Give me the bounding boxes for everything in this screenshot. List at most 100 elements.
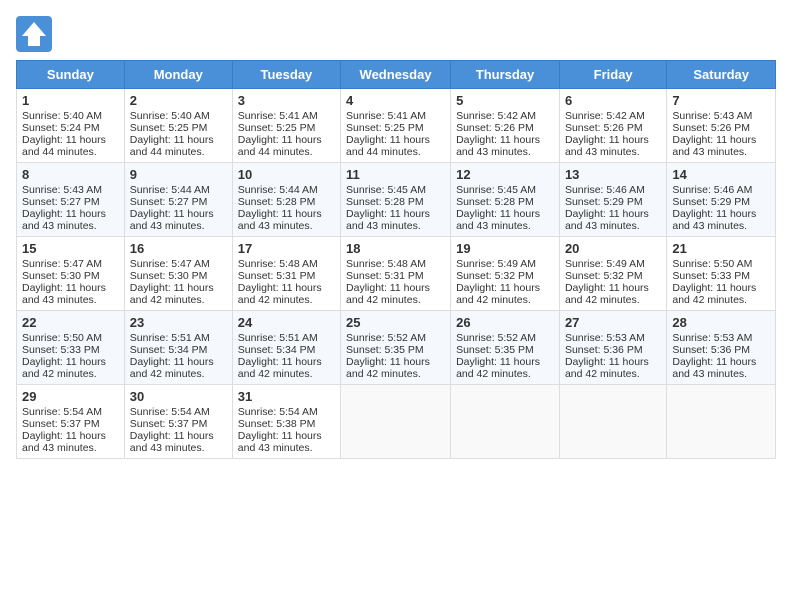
sunrise-text: Sunrise: 5:53 AMSunset: 5:36 PMDaylight:…: [672, 332, 756, 380]
day-number: 10: [238, 167, 335, 182]
calendar-day-cell: 6 Sunrise: 5:42 AMSunset: 5:26 PMDayligh…: [559, 89, 666, 163]
calendar-day-cell: [559, 385, 666, 459]
day-number: 7: [672, 93, 770, 108]
day-number: 22: [22, 315, 119, 330]
calendar-day-cell: 8 Sunrise: 5:43 AMSunset: 5:27 PMDayligh…: [17, 163, 125, 237]
day-number: 8: [22, 167, 119, 182]
day-number: 6: [565, 93, 661, 108]
calendar-day-cell: 30 Sunrise: 5:54 AMSunset: 5:37 PMDaylig…: [124, 385, 232, 459]
calendar-day-cell: 11 Sunrise: 5:45 AMSunset: 5:28 PMDaylig…: [341, 163, 451, 237]
calendar-day-cell: 20 Sunrise: 5:49 AMSunset: 5:32 PMDaylig…: [559, 237, 666, 311]
sunrise-text: Sunrise: 5:53 AMSunset: 5:36 PMDaylight:…: [565, 332, 649, 380]
day-number: 31: [238, 389, 335, 404]
sunrise-text: Sunrise: 5:47 AMSunset: 5:30 PMDaylight:…: [22, 258, 106, 306]
calendar-day-cell: 10 Sunrise: 5:44 AMSunset: 5:28 PMDaylig…: [232, 163, 340, 237]
calendar-day-cell: 7 Sunrise: 5:43 AMSunset: 5:26 PMDayligh…: [667, 89, 776, 163]
day-number: 1: [22, 93, 119, 108]
day-number: 25: [346, 315, 445, 330]
logo-icon: [16, 16, 52, 52]
day-number: 19: [456, 241, 554, 256]
day-number: 30: [130, 389, 227, 404]
sunrise-text: Sunrise: 5:41 AMSunset: 5:25 PMDaylight:…: [346, 110, 430, 158]
calendar-day-cell: 9 Sunrise: 5:44 AMSunset: 5:27 PMDayligh…: [124, 163, 232, 237]
day-number: 21: [672, 241, 770, 256]
sunrise-text: Sunrise: 5:46 AMSunset: 5:29 PMDaylight:…: [672, 184, 756, 232]
sunrise-text: Sunrise: 5:41 AMSunset: 5:25 PMDaylight:…: [238, 110, 322, 158]
sunrise-text: Sunrise: 5:43 AMSunset: 5:27 PMDaylight:…: [22, 184, 106, 232]
calendar-day-cell: 23 Sunrise: 5:51 AMSunset: 5:34 PMDaylig…: [124, 311, 232, 385]
logo: [16, 16, 58, 52]
calendar-day-cell: 13 Sunrise: 5:46 AMSunset: 5:29 PMDaylig…: [559, 163, 666, 237]
day-number: 12: [456, 167, 554, 182]
day-number: 4: [346, 93, 445, 108]
calendar-day-cell: 21 Sunrise: 5:50 AMSunset: 5:33 PMDaylig…: [667, 237, 776, 311]
sunrise-text: Sunrise: 5:50 AMSunset: 5:33 PMDaylight:…: [672, 258, 756, 306]
calendar-day-cell: 26 Sunrise: 5:52 AMSunset: 5:35 PMDaylig…: [451, 311, 560, 385]
calendar-day-cell: 17 Sunrise: 5:48 AMSunset: 5:31 PMDaylig…: [232, 237, 340, 311]
day-number: 2: [130, 93, 227, 108]
day-number: 23: [130, 315, 227, 330]
calendar-day-cell: [451, 385, 560, 459]
day-number: 14: [672, 167, 770, 182]
weekday-header: Thursday: [451, 61, 560, 89]
sunrise-text: Sunrise: 5:40 AMSunset: 5:25 PMDaylight:…: [130, 110, 214, 158]
weekday-header: Monday: [124, 61, 232, 89]
sunrise-text: Sunrise: 5:49 AMSunset: 5:32 PMDaylight:…: [456, 258, 540, 306]
calendar-day-cell: 4 Sunrise: 5:41 AMSunset: 5:25 PMDayligh…: [341, 89, 451, 163]
day-number: 26: [456, 315, 554, 330]
day-number: 24: [238, 315, 335, 330]
sunrise-text: Sunrise: 5:47 AMSunset: 5:30 PMDaylight:…: [130, 258, 214, 306]
calendar-day-cell: 18 Sunrise: 5:48 AMSunset: 5:31 PMDaylig…: [341, 237, 451, 311]
sunrise-text: Sunrise: 5:54 AMSunset: 5:38 PMDaylight:…: [238, 406, 322, 454]
sunrise-text: Sunrise: 5:51 AMSunset: 5:34 PMDaylight:…: [130, 332, 214, 380]
day-number: 11: [346, 167, 445, 182]
sunrise-text: Sunrise: 5:52 AMSunset: 5:35 PMDaylight:…: [456, 332, 540, 380]
sunrise-text: Sunrise: 5:49 AMSunset: 5:32 PMDaylight:…: [565, 258, 649, 306]
calendar-week-row: 29 Sunrise: 5:54 AMSunset: 5:37 PMDaylig…: [17, 385, 776, 459]
day-number: 9: [130, 167, 227, 182]
calendar-table: SundayMondayTuesdayWednesdayThursdayFrid…: [16, 60, 776, 459]
calendar-day-cell: 14 Sunrise: 5:46 AMSunset: 5:29 PMDaylig…: [667, 163, 776, 237]
calendar-day-cell: 24 Sunrise: 5:51 AMSunset: 5:34 PMDaylig…: [232, 311, 340, 385]
day-number: 3: [238, 93, 335, 108]
day-number: 18: [346, 241, 445, 256]
day-number: 16: [130, 241, 227, 256]
sunrise-text: Sunrise: 5:45 AMSunset: 5:28 PMDaylight:…: [346, 184, 430, 232]
calendar-day-cell: 12 Sunrise: 5:45 AMSunset: 5:28 PMDaylig…: [451, 163, 560, 237]
weekday-header: Tuesday: [232, 61, 340, 89]
sunrise-text: Sunrise: 5:52 AMSunset: 5:35 PMDaylight:…: [346, 332, 430, 380]
weekday-header: Sunday: [17, 61, 125, 89]
sunrise-text: Sunrise: 5:48 AMSunset: 5:31 PMDaylight:…: [346, 258, 430, 306]
day-number: 13: [565, 167, 661, 182]
sunrise-text: Sunrise: 5:54 AMSunset: 5:37 PMDaylight:…: [130, 406, 214, 454]
page-header: [16, 16, 776, 52]
sunrise-text: Sunrise: 5:51 AMSunset: 5:34 PMDaylight:…: [238, 332, 322, 380]
day-number: 27: [565, 315, 661, 330]
sunrise-text: Sunrise: 5:45 AMSunset: 5:28 PMDaylight:…: [456, 184, 540, 232]
calendar-day-cell: 2 Sunrise: 5:40 AMSunset: 5:25 PMDayligh…: [124, 89, 232, 163]
calendar-day-cell: 28 Sunrise: 5:53 AMSunset: 5:36 PMDaylig…: [667, 311, 776, 385]
calendar-header-row: SundayMondayTuesdayWednesdayThursdayFrid…: [17, 61, 776, 89]
sunrise-text: Sunrise: 5:54 AMSunset: 5:37 PMDaylight:…: [22, 406, 106, 454]
day-number: 29: [22, 389, 119, 404]
calendar-week-row: 1 Sunrise: 5:40 AMSunset: 5:24 PMDayligh…: [17, 89, 776, 163]
calendar-day-cell: 19 Sunrise: 5:49 AMSunset: 5:32 PMDaylig…: [451, 237, 560, 311]
calendar-day-cell: 16 Sunrise: 5:47 AMSunset: 5:30 PMDaylig…: [124, 237, 232, 311]
day-number: 17: [238, 241, 335, 256]
calendar-day-cell: 15 Sunrise: 5:47 AMSunset: 5:30 PMDaylig…: [17, 237, 125, 311]
weekday-header: Friday: [559, 61, 666, 89]
sunrise-text: Sunrise: 5:42 AMSunset: 5:26 PMDaylight:…: [456, 110, 540, 158]
weekday-header: Wednesday: [341, 61, 451, 89]
sunrise-text: Sunrise: 5:40 AMSunset: 5:24 PMDaylight:…: [22, 110, 106, 158]
calendar-week-row: 22 Sunrise: 5:50 AMSunset: 5:33 PMDaylig…: [17, 311, 776, 385]
sunrise-text: Sunrise: 5:44 AMSunset: 5:28 PMDaylight:…: [238, 184, 322, 232]
day-number: 28: [672, 315, 770, 330]
calendar-day-cell: 5 Sunrise: 5:42 AMSunset: 5:26 PMDayligh…: [451, 89, 560, 163]
calendar-day-cell: 3 Sunrise: 5:41 AMSunset: 5:25 PMDayligh…: [232, 89, 340, 163]
calendar-day-cell: 29 Sunrise: 5:54 AMSunset: 5:37 PMDaylig…: [17, 385, 125, 459]
sunrise-text: Sunrise: 5:42 AMSunset: 5:26 PMDaylight:…: [565, 110, 649, 158]
calendar-day-cell: [667, 385, 776, 459]
calendar-day-cell: 31 Sunrise: 5:54 AMSunset: 5:38 PMDaylig…: [232, 385, 340, 459]
calendar-day-cell: [341, 385, 451, 459]
calendar-week-row: 8 Sunrise: 5:43 AMSunset: 5:27 PMDayligh…: [17, 163, 776, 237]
